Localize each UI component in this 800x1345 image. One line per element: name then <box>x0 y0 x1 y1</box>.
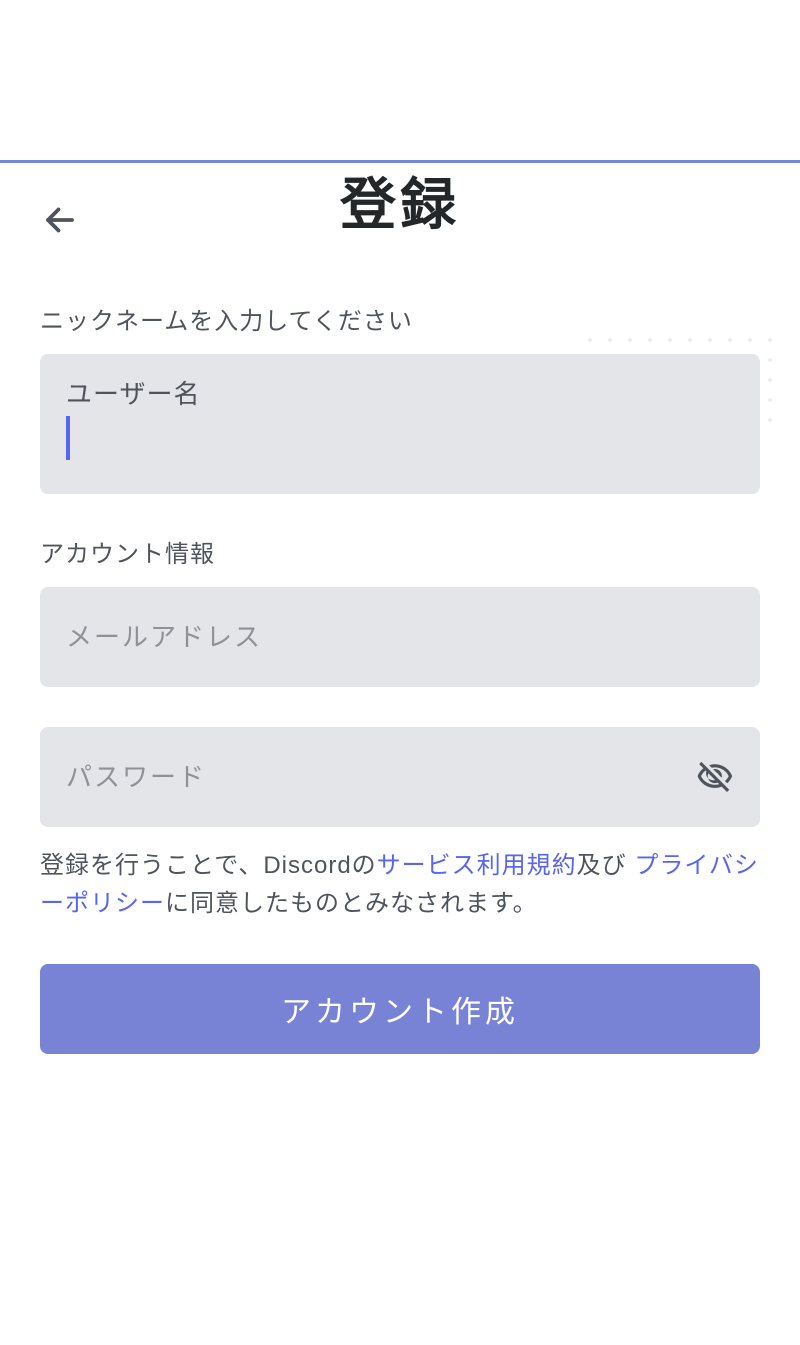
text-cursor <box>66 416 70 460</box>
toggle-password-visibility[interactable] <box>696 757 734 797</box>
top-accent-border <box>0 160 800 163</box>
registration-form: ニックネームを入力してください ユーザー名 アカウント情報 登録を行うことで、D… <box>0 301 800 1054</box>
arrow-left-icon <box>42 202 78 238</box>
create-account-button[interactable]: アカウント作成 <box>40 964 760 1054</box>
eye-off-icon <box>696 758 734 796</box>
page-title: 登録 <box>0 160 800 241</box>
email-input-container[interactable] <box>40 587 760 687</box>
username-input-container[interactable]: ユーザー名 <box>40 354 760 494</box>
back-button[interactable] <box>40 200 80 240</box>
legal-and: 及び <box>577 852 635 879</box>
terms-of-service-link[interactable]: サービス利用規約 <box>377 852 577 879</box>
username-label: ユーザー名 <box>66 374 734 411</box>
password-field[interactable] <box>66 762 696 793</box>
account-section-label: アカウント情報 <box>40 534 760 569</box>
password-input-container[interactable] <box>40 727 760 827</box>
legal-disclaimer: 登録を行うことで、Discordのサービス利用規約及び プライバシーポリシーに同… <box>40 847 760 924</box>
email-field[interactable] <box>66 622 734 653</box>
legal-suffix: に同意したものとみなされます。 <box>165 890 538 917</box>
nickname-section-label: ニックネームを入力してください <box>40 301 760 336</box>
legal-prefix: 登録を行うことで、Discordの <box>40 852 377 879</box>
